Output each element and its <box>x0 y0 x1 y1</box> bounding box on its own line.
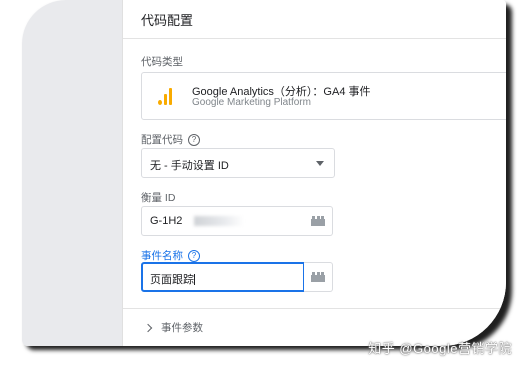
card-title: 代码配置 <box>141 13 194 28</box>
config-tag-value: 无 - 手动设置 ID <box>150 160 229 172</box>
config-tag-label: 配置代码 ? <box>141 132 200 147</box>
measurement-id-label: 衡量 ID <box>141 190 175 205</box>
dropdown-arrow-icon <box>316 161 324 166</box>
measurement-id-input[interactable]: G-1H2 <box>141 206 305 236</box>
variable-picker-button[interactable] <box>304 262 333 292</box>
tag-config-panel: 代码配置 代码类型 Google Analytics（分析）：GA4 事件 Go… <box>22 0 506 346</box>
measurement-id-value: G-1H2 <box>150 215 183 227</box>
side-backdrop <box>22 0 122 346</box>
event-name-value: 页面跟踪 <box>150 271 195 287</box>
divider <box>123 308 506 309</box>
text-cursor <box>194 274 195 285</box>
tag-configuration-card: 代码配置 代码类型 Google Analytics（分析）：GA4 事件 Go… <box>122 0 506 346</box>
event-name-label-text: 事件名称 <box>141 250 183 262</box>
variable-brick-icon <box>311 216 325 226</box>
redacted-blur <box>194 216 244 226</box>
tag-type-platform: Google Marketing Platform <box>192 97 311 108</box>
help-icon[interactable]: ? <box>188 249 200 262</box>
tag-type-selector[interactable]: Google Analytics（分析）：GA4 事件 Google Marke… <box>141 72 506 120</box>
config-tag-label-text: 配置代码 <box>141 134 183 146</box>
event-params-label: 事件参数 <box>161 322 203 334</box>
google-analytics-icon <box>158 87 174 105</box>
tag-type-label-text: 代码类型 <box>141 56 183 68</box>
variable-brick-icon <box>311 272 325 282</box>
event-params-toggle[interactable]: 事件参数 <box>143 320 203 335</box>
tag-type-label: 代码类型 <box>141 54 183 69</box>
variable-picker-button[interactable] <box>304 206 333 236</box>
config-tag-select[interactable]: 无 - 手动设置 ID <box>141 148 335 178</box>
event-name-label: 事件名称 ? <box>141 248 200 263</box>
help-icon[interactable]: ? <box>188 133 200 146</box>
measurement-id-label-text: 衡量 ID <box>141 192 176 204</box>
divider <box>123 38 506 39</box>
event-name-input[interactable]: 页面跟踪 <box>141 262 305 292</box>
chevron-right-icon <box>143 323 153 332</box>
event-name-text: 页面跟踪 <box>150 274 194 286</box>
watermark: 知乎 @Google营销学院 <box>368 341 512 356</box>
